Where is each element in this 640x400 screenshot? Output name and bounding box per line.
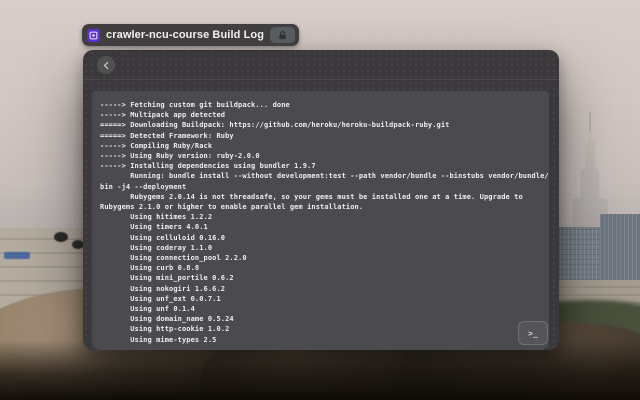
log-line: Rubygems 2.0.14 is not threadsafe, so yo… (100, 192, 541, 202)
log-line: Running: bundle install --without develo… (100, 171, 541, 181)
log-line: -----> Using Ruby version: ruby-2.0.0 (100, 151, 541, 161)
log-line: Using celluloid 0.16.0 (100, 233, 541, 243)
log-line: Using mime-types 2.5 (100, 335, 541, 345)
log-line: -----> Installing dependencies using bun… (100, 161, 541, 171)
open-console-button[interactable]: >_ (518, 321, 548, 345)
log-line: =====> Downloading Buildpack: https://gi… (100, 120, 541, 130)
window-title-tab[interactable]: crawler-ncu-course Build Log (82, 24, 299, 46)
app-logo-icon (87, 29, 100, 42)
window-header (83, 50, 559, 80)
log-line: Using mini_portile 0.6.2 (100, 273, 541, 283)
log-line: Using nokogiri 1.6.6.2 (100, 284, 541, 294)
log-line: Using domain_name 0.5.24 (100, 314, 541, 324)
log-line: Rubygems 2.1.0 or higher to enable paral… (100, 202, 541, 212)
log-line: Using unf 0.1.4 (100, 304, 541, 314)
log-line: -----> Compiling Ruby/Rack (100, 141, 541, 151)
log-line: -----> Fetching custom git buildpack... … (100, 100, 541, 110)
log-line: Using timers 4.0.1 (100, 222, 541, 232)
log-line: Using coderay 1.1.0 (100, 243, 541, 253)
city-skyline (600, 214, 640, 284)
back-button[interactable] (97, 56, 115, 74)
skyscraper-antenna (589, 112, 591, 132)
log-line: Using curb 0.8.8 (100, 263, 541, 273)
build-log-window: -----> Fetching custom git buildpack... … (83, 50, 559, 350)
chevron-left-icon (102, 61, 111, 70)
window-title: crawler-ncu-course Build Log (106, 29, 264, 41)
graffiti-mark (4, 252, 30, 259)
build-log-output[interactable]: -----> Fetching custom git buildpack... … (92, 91, 549, 350)
lock-icon (277, 30, 288, 41)
log-line: Using http-cookie 1.0.2 (100, 324, 541, 334)
log-line: -----> Multipack app detected (100, 110, 541, 120)
log-line: Using unf_ext 0.0.7.1 (100, 294, 541, 304)
graffiti-mark (54, 232, 68, 242)
log-line: bin -j4 --deployment (100, 182, 541, 192)
terminal-prompt-icon: >_ (528, 329, 538, 338)
log-line: Using hitimes 1.2.2 (100, 212, 541, 222)
log-line: =====> Detected Framework: Ruby (100, 131, 541, 141)
log-line: Using connection_pool 2.2.0 (100, 253, 541, 263)
lock-badge[interactable] (270, 27, 295, 43)
